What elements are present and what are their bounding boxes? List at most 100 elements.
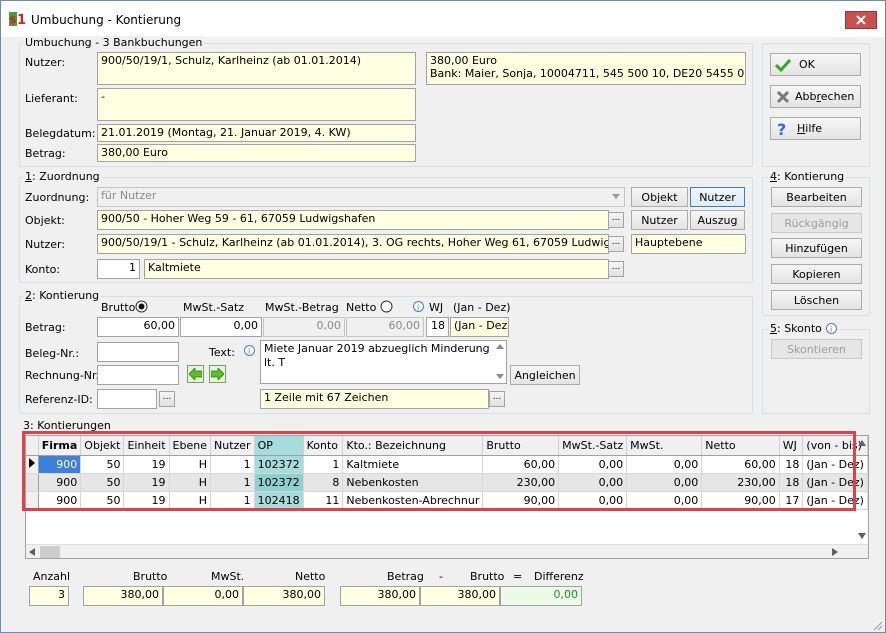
title-bar: $ 1 Umbuchung - Kontierung [1, 1, 885, 37]
close-button[interactable] [845, 11, 877, 29]
column-header-brutto[interactable]: Brutto [482, 436, 560, 456]
column-header-konto[interactable]: Konto [303, 436, 344, 456]
cell-mwst-satz: 0,00 [558, 473, 628, 492]
brutto-input[interactable]: 60,00 [97, 317, 179, 337]
text-label: Text: [209, 346, 235, 359]
brutto-column-label: Brutto [101, 301, 136, 314]
referenz-id-input[interactable] [97, 389, 157, 409]
text-textarea[interactable]: Miete Januar 2019 abzueglich Minderung l… [260, 340, 507, 384]
row-indicator-header [26, 436, 39, 456]
equals-sign: = [513, 570, 523, 583]
row-indicator[interactable] [26, 473, 39, 492]
nutzer-label: Nutzer: [25, 56, 66, 69]
wj-range-field: (Jan - Dez) [450, 317, 509, 337]
brutto-radio[interactable] [135, 300, 148, 313]
column-header-ebene[interactable]: Ebene [169, 436, 212, 456]
next-button[interactable] [209, 365, 226, 383]
beleg-nr-input[interactable] [97, 342, 179, 362]
hinzufuegen-button[interactable]: Hinzufügen [771, 238, 862, 258]
loeschen-button[interactable]: Löschen [771, 290, 862, 310]
objekt-browse-button[interactable]: ... [608, 212, 624, 228]
auszug-button[interactable]: Auszug [690, 210, 745, 230]
cell-objekt: 50 [80, 473, 125, 492]
scroll-left-icon[interactable] [29, 548, 35, 556]
bearbeiten-button[interactable]: Bearbeiten [771, 187, 862, 207]
kopieren-button[interactable]: Kopieren [771, 264, 862, 284]
cell-brutto: 90,00 [482, 491, 560, 510]
kontierungen-table[interactable]: Firma Objekt Einheit Ebene Nutzer OP Konto Kto.… [25, 435, 869, 559]
ok-button[interactable]: OK [770, 53, 861, 76]
angleichen-button[interactable]: Angleichen [510, 365, 580, 385]
cell-brutto: 60,00 [482, 455, 560, 474]
cell-ebene: H [169, 473, 212, 492]
svg-text:i: i [417, 303, 419, 312]
rechnung-nr-input[interactable] [97, 365, 179, 385]
cell-einheit: 19 [123, 473, 170, 492]
table-row[interactable]: 900 50 19 H 1 102372 8 Nebenkosten 230,00 0,00 0,0… [26, 473, 868, 492]
sum-betrag-value: 380,00 [340, 586, 420, 606]
column-header-mwst-satz[interactable]: MwSt.-Satz [558, 436, 628, 456]
table-row[interactable]: 900 50 19 H 1 102372 1 Kaltmiete 60,00 0,00 0,00 60… [26, 455, 868, 474]
mwst-satz-input[interactable]: 0,00 [180, 317, 262, 337]
current-row-arrow-icon [28, 457, 35, 468]
skontieren-button[interactable]: Skontieren [771, 339, 862, 359]
kontierung-actions-title: 4: Kontierung [768, 170, 847, 184]
wj-input[interactable]: 18 [426, 317, 449, 337]
cell-wj: 17 [779, 491, 804, 510]
beleg-nr-label: Beleg-Nr.: [25, 347, 80, 360]
column-header-netto[interactable]: Netto [701, 436, 780, 456]
info-icon: i [413, 301, 424, 312]
cell-wj: 18 [779, 473, 804, 492]
scroll-up-icon[interactable] [496, 344, 504, 349]
referenz-browse-button[interactable]: ... [159, 391, 175, 407]
column-header-mwst[interactable]: MwSt. [626, 436, 703, 456]
table-row[interactable]: 900 50 19 H 1 102418 11 Nebenkosten-Abrechnur 90… [26, 491, 868, 510]
sum-mwst-value: 0,00 [163, 586, 243, 606]
hilfe-button[interactable]: ? Hilfe [770, 117, 861, 140]
belegdatum-value: 21.01.2019 (Montag, 21. Januar 2019, 4. … [97, 124, 416, 142]
cell-konto: 8 [303, 473, 344, 492]
scroll-down-icon[interactable] [496, 374, 504, 379]
nutzer-button[interactable]: Nutzer [631, 210, 688, 230]
column-header-wj[interactable]: WJ [779, 436, 804, 456]
column-header-objekt[interactable]: Objekt [80, 436, 125, 456]
column-header-firma[interactable]: Firma [38, 436, 82, 456]
konto-number-input[interactable]: 1 [97, 259, 140, 279]
cell-von-bis: (Jan - Dez) [802, 473, 868, 492]
nutzer-browse-button[interactable]: ... [608, 236, 624, 252]
cell-mwst: 0,00 [626, 473, 703, 492]
vertical-scroll-up-icon[interactable] [858, 440, 866, 446]
horizontal-scroll-thumb[interactable] [40, 546, 60, 558]
svg-text:i: i [248, 347, 250, 356]
zuordnung-nutzer-label: Nutzer: [25, 238, 66, 251]
text-browse-button[interactable]: ... [489, 391, 505, 407]
row-indicator[interactable] [26, 455, 39, 474]
sum-brutto-label: Brutto [133, 570, 168, 583]
cell-einheit: 19 [123, 491, 170, 510]
column-header-einheit[interactable]: Einheit [123, 436, 170, 456]
betrag-label: Betrag: [25, 147, 66, 160]
abbrechen-button[interactable]: Abbrechen [770, 85, 861, 108]
nutzer-toggle-button[interactable]: Nutzer [690, 187, 745, 207]
cell-einheit: 19 [123, 455, 170, 474]
kontierung-group-title: 2: Kontierung [23, 289, 102, 303]
cell-netto: 60,00 [701, 455, 780, 474]
minus-sign: - [439, 570, 443, 583]
netto-radio[interactable] [380, 300, 393, 313]
column-header-nutzer[interactable]: Nutzer [210, 436, 255, 456]
resize-grip-icon[interactable] [873, 621, 883, 631]
scroll-right-icon[interactable] [832, 548, 838, 556]
horizontal-scrollbar[interactable] [26, 544, 868, 558]
objekt-toggle-button[interactable]: Objekt [631, 187, 688, 207]
rueckgaengig-button[interactable]: Rückgängig [771, 213, 862, 233]
row-indicator[interactable] [26, 491, 39, 510]
prev-button[interactable] [187, 365, 204, 383]
zuordnung-select[interactable]: für Nutzer [97, 187, 625, 207]
column-header-op[interactable]: OP [254, 436, 304, 456]
cell-konto: 1 [303, 455, 344, 474]
column-header-bezeichnung[interactable]: Kto.: Bezeichnung [342, 436, 484, 456]
window-title: Umbuchung - Kontierung [31, 13, 182, 27]
konto-label: Konto: [25, 263, 61, 276]
vertical-scroll-down-icon[interactable] [858, 533, 866, 539]
konto-browse-button[interactable]: ... [608, 261, 624, 277]
